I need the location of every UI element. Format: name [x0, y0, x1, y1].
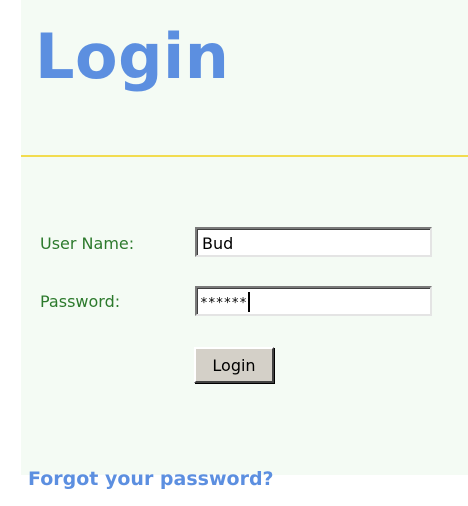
page-title: Login [35, 20, 230, 93]
login-button[interactable]: Login [194, 347, 274, 383]
title-divider [21, 155, 468, 157]
password-input[interactable] [195, 286, 432, 316]
username-label: User Name: [40, 234, 135, 253]
password-label: Password: [40, 292, 121, 311]
forgot-password-link[interactable]: Forgot your password? [28, 466, 274, 492]
username-input[interactable] [195, 227, 432, 257]
